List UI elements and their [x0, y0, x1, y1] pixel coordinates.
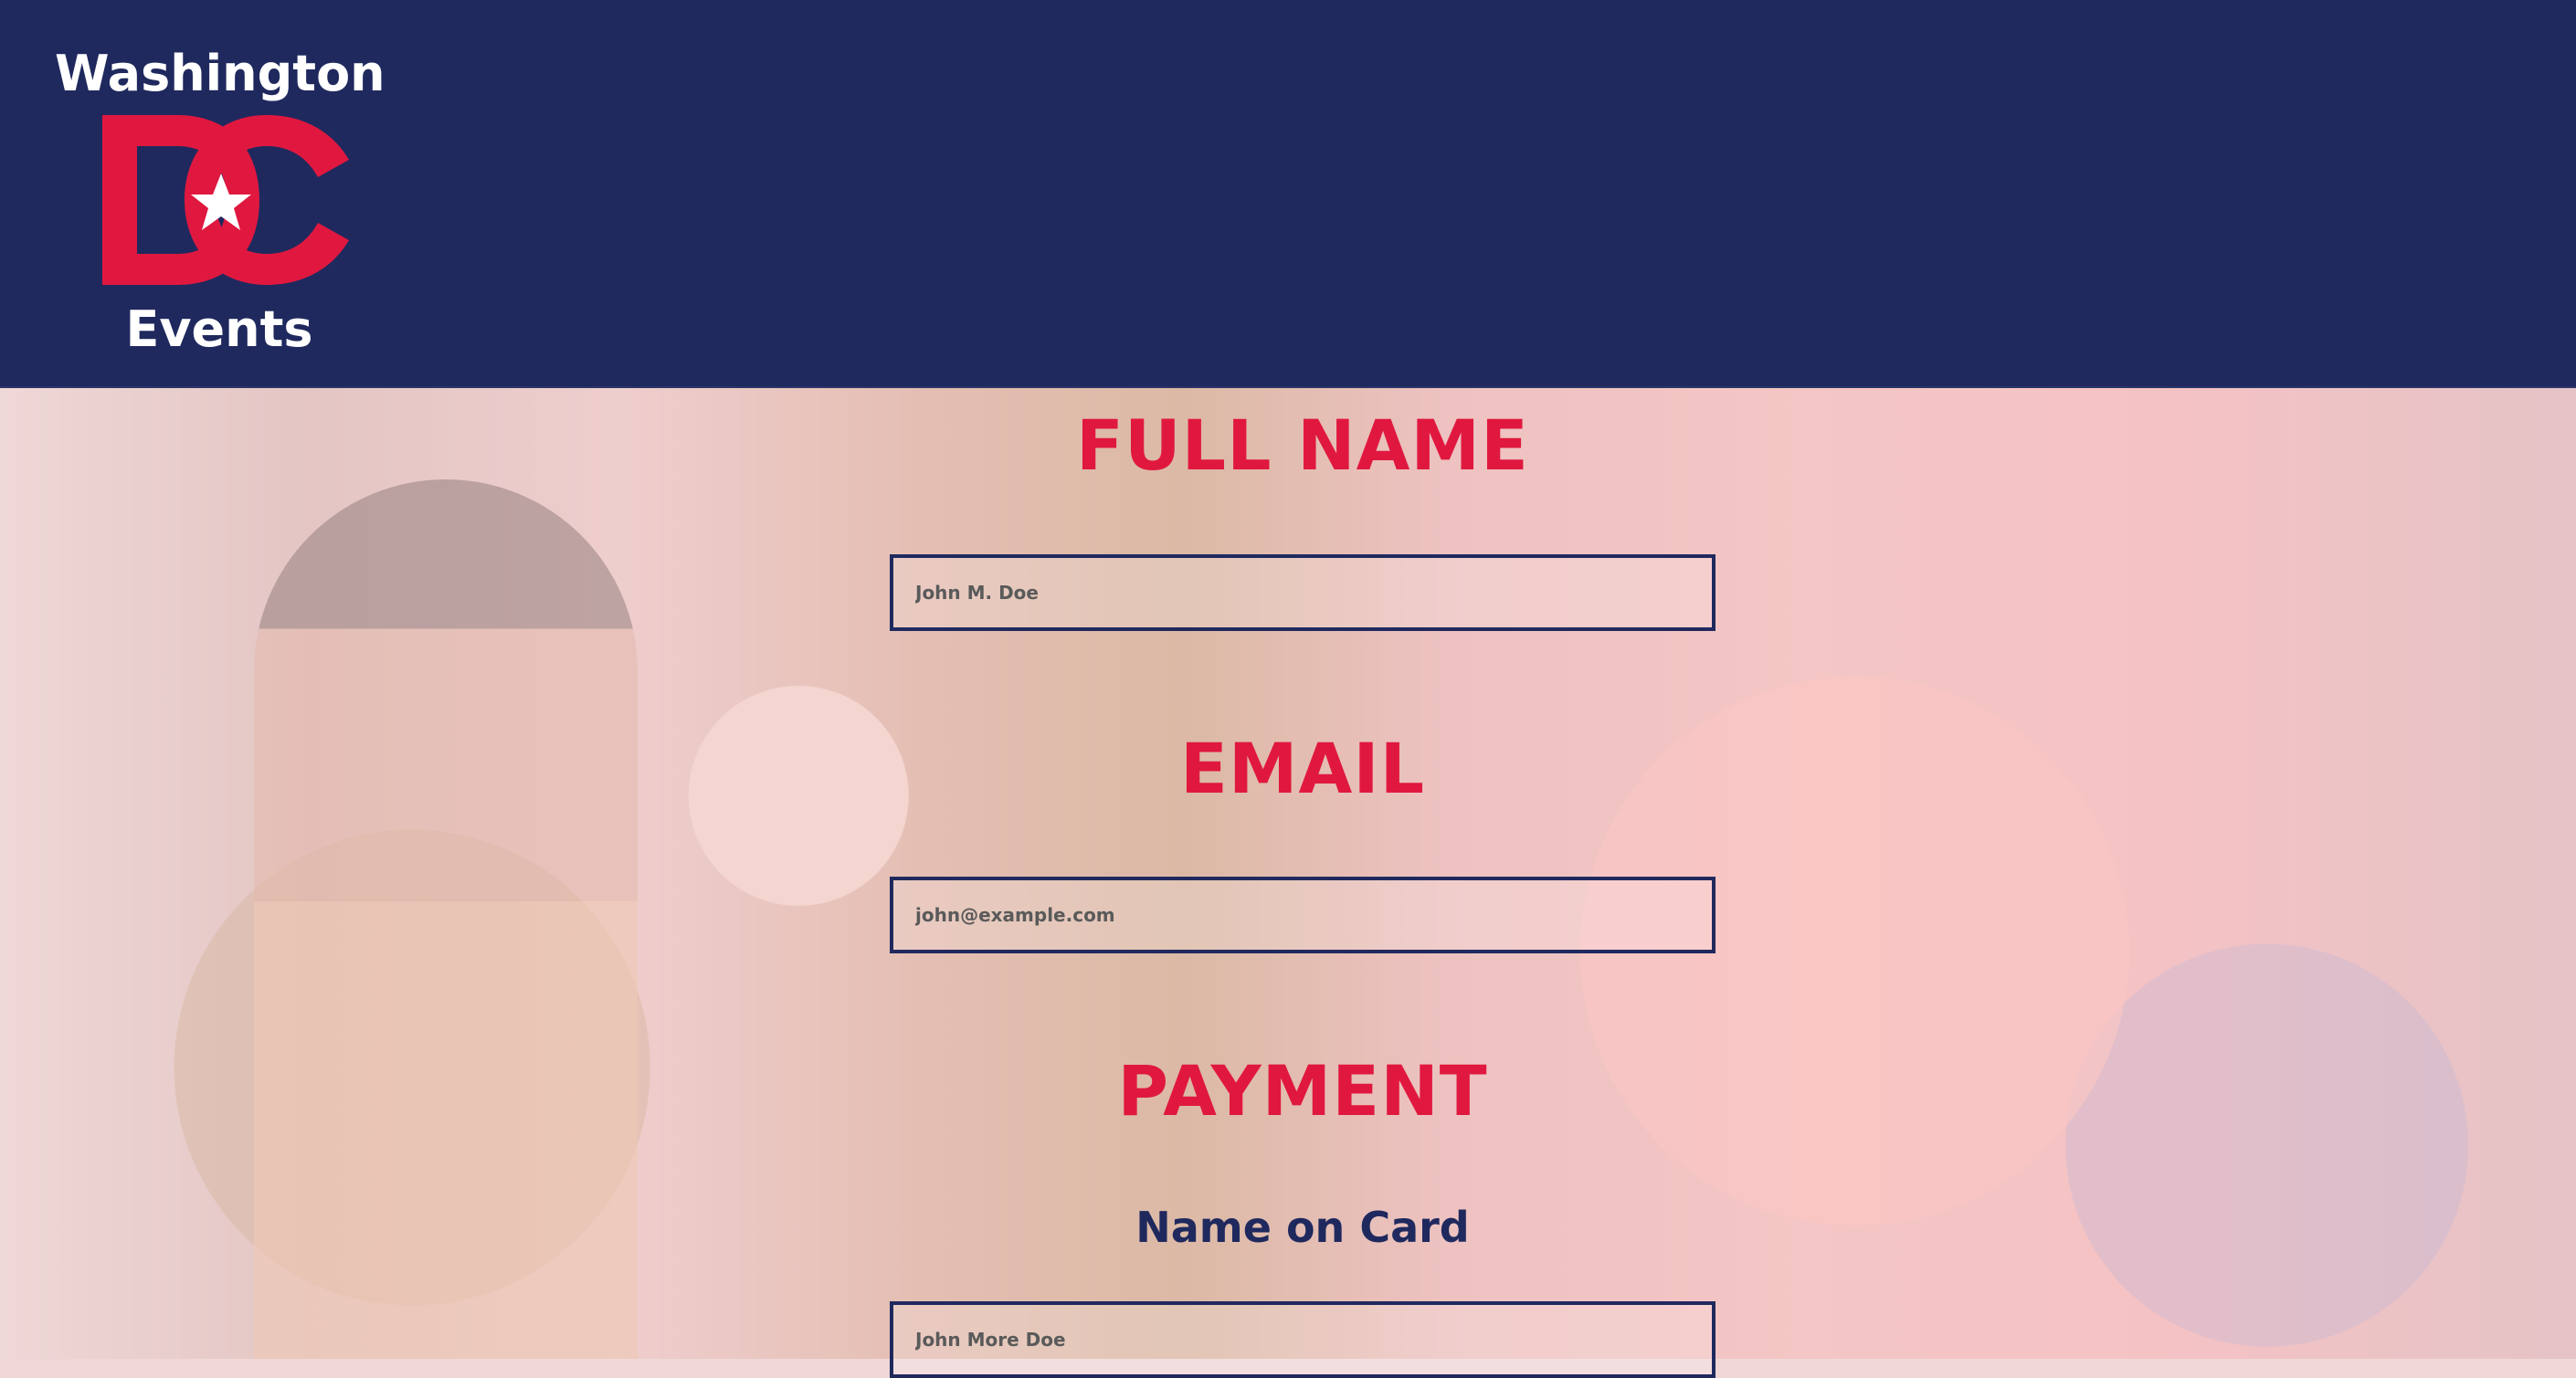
site-header: Washington Events [0, 0, 2576, 386]
full-name-heading: FULL NAME [1076, 405, 1529, 486]
full-name-input[interactable] [890, 554, 1716, 631]
email-heading: EMAIL [1179, 728, 1426, 809]
payment-heading: PAYMENT [1117, 1050, 1488, 1131]
dc-events-logo[interactable]: Washington Events [55, 37, 385, 365]
registration-form: FULL NAME EMAIL PAYMENT Name on Card [890, 388, 1716, 1378]
email-input[interactable] [890, 877, 1716, 953]
logo-bottom-text: Events [125, 300, 313, 358]
logo-top-text: Washington [55, 45, 385, 102]
name-on-card-label: Name on Card [1135, 1203, 1470, 1252]
dc-logo-mark-icon [102, 115, 349, 285]
name-on-card-input[interactable] [890, 1301, 1716, 1378]
